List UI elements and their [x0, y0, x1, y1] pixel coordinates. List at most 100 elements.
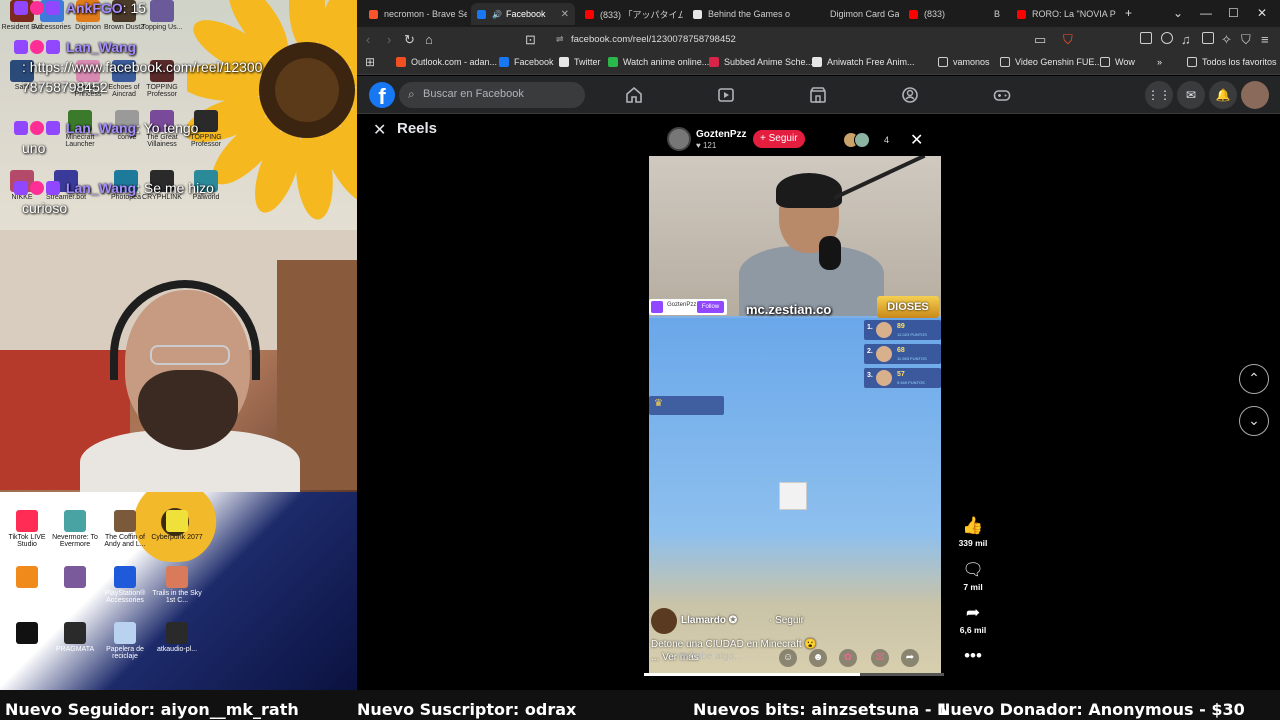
stars-icon[interactable]: ✿ — [839, 649, 857, 667]
close-reel-icon[interactable]: ✕ — [910, 130, 923, 150]
screen-cast-icon[interactable]: ▭ — [1034, 32, 1046, 48]
emoji-icon[interactable]: ☺ — [779, 649, 797, 667]
apps-grid-icon[interactable]: ⊞ — [365, 55, 375, 69]
desktop-app-icon[interactable]: Five Hearts Under O... — [48, 566, 102, 604]
notifications-bell-icon[interactable]: 🔔 — [1209, 81, 1237, 109]
extension-icon[interactable] — [1161, 32, 1173, 44]
tab[interactable]: necromon - Brave Se — [363, 3, 467, 25]
bookmark-item[interactable]: Outlook.com - adan... — [396, 57, 497, 67]
tab-list-chevron-icon[interactable]: ⌄ — [1173, 6, 1183, 20]
desktop-app-icon[interactable]: Papelera de reciclaje — [98, 622, 152, 660]
bookmark-item[interactable]: Aniwatch Free Anim... — [812, 57, 915, 67]
bookmark-item[interactable]: Watch anime online... — [608, 57, 709, 67]
desktop-app-icon[interactable]: PlayStation® Accessories — [98, 566, 152, 604]
new-tab-button[interactable]: + — [1125, 6, 1132, 20]
twitch-badge-icon — [14, 1, 28, 15]
desktop-app-icon[interactable]: atkaudio-pl... — [150, 622, 204, 653]
tab-title: (833) 「アッパタイム」/ — [600, 9, 683, 20]
reply-bar[interactable]: Escribe algo... ☺ ☻ ✿ ⛝ ➦ — [675, 646, 939, 670]
maximize-button[interactable]: ☐ — [1228, 6, 1239, 20]
comment-button[interactable]: 🗨 7 mil — [948, 560, 998, 592]
extension-icon[interactable] — [1140, 32, 1152, 44]
tab[interactable]: B — [973, 3, 1007, 25]
close-reels-icon[interactable]: ✕ — [373, 120, 386, 140]
desktop-app-icon[interactable]: VLC media player — [0, 566, 54, 604]
app-icon — [16, 510, 38, 532]
author-follow-link[interactable]: · Seguir — [769, 615, 804, 626]
facebook-search-input[interactable]: ⌕ Buscar en Facebook — [399, 82, 585, 108]
tab[interactable]: (833) 「アッパタイム」/ — [579, 3, 683, 25]
more-button[interactable]: ••• — [948, 646, 998, 668]
owner-name[interactable]: GoztenPzz — [696, 129, 747, 140]
forward-arrow-icon[interactable]: › — [387, 32, 391, 47]
brave-shield-icon[interactable]: ⛉ — [1063, 32, 1073, 48]
gift-icon[interactable]: ⛝ — [871, 649, 889, 667]
tab-favicon-icon — [1017, 9, 1026, 19]
bookmarks-bar: ⊞ Outlook.com - adan... Facebook Twitter Wa… — [357, 52, 1280, 75]
video-nav-icon[interactable] — [717, 86, 735, 104]
minimize-button[interactable]: — — [1200, 6, 1212, 20]
audio-playing-icon[interactable]: 🔊 — [492, 10, 502, 19]
close-window-button[interactable]: ✕ — [1257, 6, 1267, 20]
avatar-sticker-icon[interactable]: ☻ — [809, 649, 827, 667]
desktop-app-icon[interactable]: The Coffin of Andy and L... — [98, 510, 152, 548]
tab[interactable]: RORO: La "NOVIA P — [1011, 3, 1121, 25]
sidebar-icon[interactable] — [1202, 32, 1214, 44]
desktop-app-icon[interactable]: PRAGMATA — [48, 622, 102, 653]
tab-title: necromon - Brave Se — [384, 9, 467, 19]
bookmark-item[interactable]: Twitter — [559, 57, 601, 67]
video-progress-bar[interactable] — [644, 673, 944, 676]
author-avatar[interactable] — [651, 608, 677, 634]
tab-favicon-icon — [585, 9, 594, 19]
share-button[interactable]: ➦ 6,6 mil — [948, 603, 998, 635]
reload-icon[interactable]: ↻ — [404, 32, 415, 48]
home-nav-icon[interactable] — [625, 86, 643, 104]
like-button[interactable]: 👍 339 mil — [948, 516, 998, 548]
bookmark-label: Subbed Anime Sche... — [724, 57, 814, 67]
next-reel-button[interactable]: ⌄ — [1239, 406, 1269, 436]
video-twitch-follow-bar: GoztenPzz Follow — [649, 299, 727, 315]
send-icon[interactable]: ➦ — [901, 649, 919, 667]
site-info-icon[interactable]: ⇌ — [556, 34, 564, 45]
url-field[interactable]: ⇌ facebook.com/reel/1230078758798452 — [548, 30, 1068, 49]
tab-active[interactable]: 🔊 Facebook ✕ — [471, 3, 575, 25]
author-name[interactable]: Llamardo ✪ — [681, 615, 737, 626]
music-icon[interactable]: ♫ — [1181, 32, 1191, 47]
search-icon: ⌕ — [408, 87, 415, 101]
owner-avatar[interactable] — [667, 127, 691, 151]
bookmark-item[interactable]: Subbed Anime Sche... — [709, 57, 813, 67]
desktop-app-icon[interactable]: TikTok LIVE Studio — [0, 510, 54, 548]
tab[interactable]: Behind the Games o — [687, 3, 799, 25]
back-arrow-icon[interactable]: ‹ — [366, 32, 370, 47]
desktop-app-icon[interactable]: Nevermore: To Evermore — [48, 510, 102, 548]
menu-icon[interactable]: ≡ — [1261, 32, 1269, 47]
home-icon[interactable]: ⌂ — [425, 32, 433, 47]
profile-avatar[interactable] — [1241, 81, 1269, 109]
more-bookmarks-icon[interactable]: » — [1157, 57, 1162, 67]
bookmark-item[interactable]: vamonos — [938, 57, 990, 67]
desktop-app-icon[interactable]: Trails in the Sky 1st C... — [150, 566, 204, 604]
bookmark-item[interactable]: Todos los favoritos — [1187, 57, 1277, 67]
bookmark-item[interactable]: Facebook — [499, 57, 554, 67]
desktop-app-icon[interactable]: Cyberpunk 2077 — [150, 510, 204, 541]
leo-ai-icon[interactable]: ✧ — [1221, 32, 1232, 48]
facebook-logo-icon[interactable]: f — [369, 82, 395, 109]
vpn-shield-icon[interactable]: ⛉ — [1241, 32, 1251, 48]
follow-button[interactable]: + Seguir — [753, 130, 805, 148]
close-tab-icon[interactable]: ✕ — [561, 9, 569, 20]
marketplace-nav-icon[interactable] — [809, 86, 827, 104]
groups-nav-icon[interactable] — [901, 86, 919, 104]
chat-text-continued: uno — [22, 140, 46, 156]
tab[interactable]: (833) — [903, 3, 969, 25]
bookmark-item[interactable]: Video Genshin FUE... — [1000, 57, 1102, 67]
bookmark-item[interactable]: Wow — [1100, 57, 1135, 67]
desktop-app-icon[interactable]: CapCut — [0, 622, 54, 653]
messenger-icon[interactable]: ✉ — [1177, 81, 1205, 109]
bookmark-icon[interactable]: ⊡ — [525, 32, 536, 48]
gaming-nav-icon[interactable] — [993, 86, 1011, 104]
reel-video[interactable]: GoztenPzz Follow mc.zestian.co DIOSES 1.… — [649, 156, 941, 676]
menu-grid-icon[interactable]: ⋮⋮ — [1145, 81, 1173, 109]
previous-reel-button[interactable]: ⌃ — [1239, 364, 1269, 394]
tab[interactable]: Digimon Card Game — [809, 3, 899, 25]
chat-username: Lan_Wang — [65, 39, 137, 55]
